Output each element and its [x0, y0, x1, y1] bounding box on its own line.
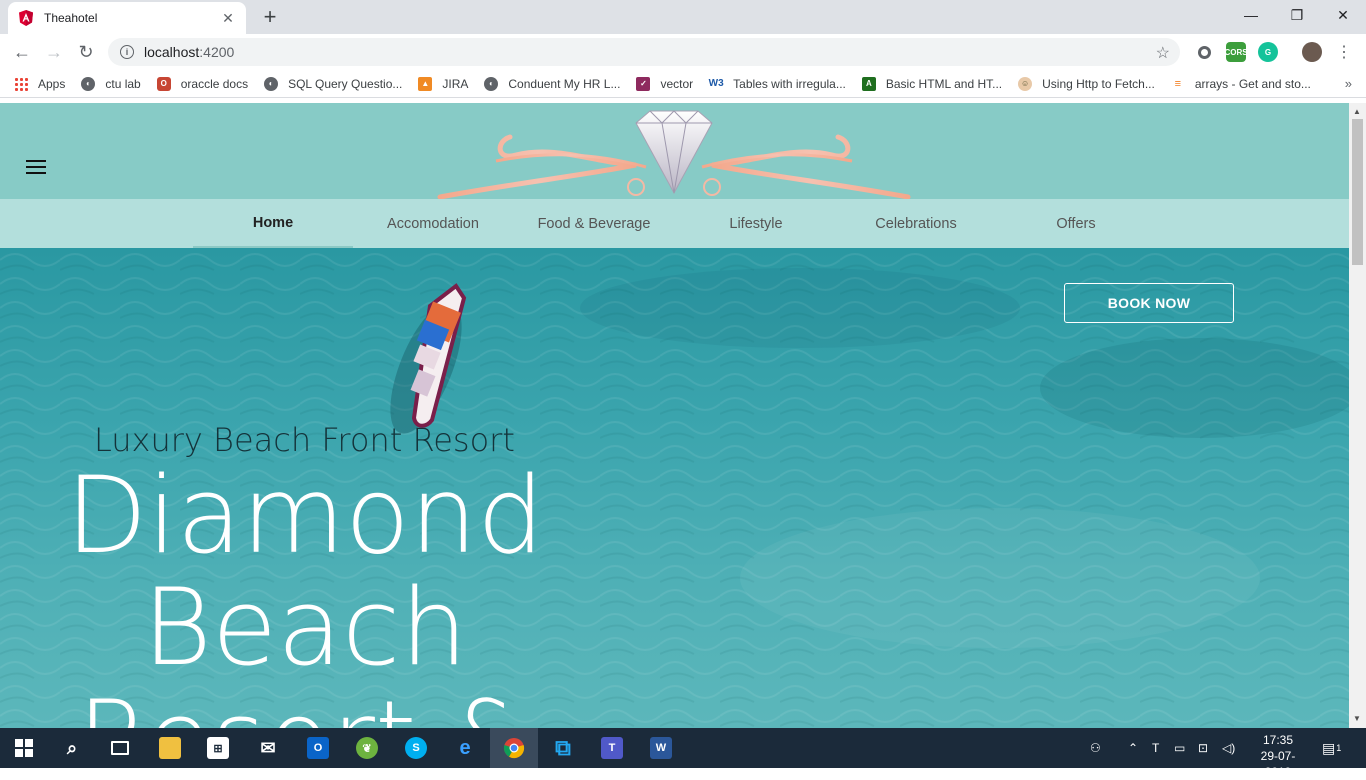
new-tab-icon[interactable]: +	[258, 5, 282, 29]
back-icon[interactable]: ←	[10, 40, 34, 64]
browser-toolbar: ← → ↻ i localhost:4200 ☆ CORS G ⋮	[0, 34, 1366, 70]
menu-kebab-icon[interactable]: ⋮	[1332, 40, 1356, 64]
nav-food-beverage[interactable]: Food & Beverage	[514, 199, 674, 248]
bookmarks-bar: Apps ◐ ctu lab O oraccle docs ◐ SQL Quer…	[0, 70, 1366, 98]
word-icon[interactable]: W	[637, 728, 685, 768]
tab-title: Theahotel	[44, 11, 98, 25]
search-icon[interactable]: ⌕	[48, 728, 96, 768]
network-icon[interactable]: ⊡	[1198, 728, 1208, 768]
scroll-up-icon[interactable]: ▲	[1353, 107, 1361, 116]
outlook-icon[interactable]: O	[294, 728, 342, 768]
bookmark-jira[interactable]: ▲ JIRA	[418, 76, 468, 91]
html-icon: A	[861, 76, 876, 91]
nav-home[interactable]: Home	[193, 199, 353, 248]
speedboat-image	[390, 283, 467, 434]
main-nav: Home Accomodation Food & Beverage Lifest…	[0, 199, 1349, 248]
profile-avatar[interactable]	[1302, 42, 1322, 62]
browser-tab-strip: Theahotel ✕ + — ❐ ✕	[0, 0, 1366, 34]
hamburger-menu-icon[interactable]	[26, 160, 46, 174]
diamond-logo[interactable]	[436, 105, 912, 201]
notification-center-icon[interactable]: ▤ 1	[1322, 728, 1341, 768]
w3schools-icon: W3	[708, 78, 724, 89]
chrome-icon[interactable]	[490, 728, 538, 768]
globe-icon: ◐	[264, 76, 279, 91]
bookmark-ctu-lab[interactable]: ◐ ctu lab	[81, 76, 141, 91]
grammarly-icon[interactable]: G	[1258, 42, 1278, 62]
windows-taskbar: ⌕ ⊞ ✉ O ❦ S e ⧉ T W ⚇ ⌃ T ▭ ⊡ ◁) 17:35 2…	[0, 728, 1366, 779]
task-view-icon[interactable]	[96, 728, 144, 768]
hero-title-line-1: Diamond	[65, 454, 545, 577]
teams-icon[interactable]: T	[588, 728, 636, 768]
book-now-button[interactable]: BOOK NOW	[1064, 283, 1234, 323]
bookmarks-overflow-icon[interactable]: »	[1345, 76, 1352, 91]
cors-extension-icon[interactable]: CORS	[1224, 42, 1248, 62]
system-clock[interactable]: 17:35 29-07-2019	[1250, 732, 1306, 780]
forward-icon[interactable]: →	[42, 40, 66, 64]
globe-icon: ◐	[81, 76, 96, 91]
nav-offers[interactable]: Offers	[996, 199, 1156, 248]
url-text: localhost:4200	[144, 44, 235, 60]
bookmark-apps[interactable]: Apps	[14, 76, 65, 91]
apps-grid-icon	[14, 76, 28, 91]
site-header	[0, 103, 1349, 201]
person-icon: ☺	[1018, 76, 1033, 91]
stackoverflow-icon: ≡	[1174, 77, 1182, 90]
page-scrollbar[interactable]: ▲ ▼	[1349, 103, 1366, 728]
close-window-icon[interactable]: ✕	[1320, 0, 1366, 30]
bookmark-tables[interactable]: W3 Tables with irregula...	[709, 77, 846, 91]
vscode-icon[interactable]: ⧉	[539, 728, 587, 768]
spring-icon[interactable]: ❦	[343, 728, 391, 768]
store-icon[interactable]: ⊞	[194, 728, 242, 768]
tab-close-icon[interactable]: ✕	[220, 10, 236, 27]
bookmark-oracle-docs[interactable]: O oraccle docs	[156, 76, 248, 91]
tray-chevron-icon[interactable]: ⌃	[1128, 728, 1138, 768]
bookmark-basic-html[interactable]: A Basic HTML and HT...	[861, 76, 1002, 91]
bookmark-sql-query[interactable]: ◐ SQL Query Questio...	[264, 76, 402, 91]
battery-icon[interactable]: ▭	[1174, 728, 1185, 768]
nav-celebrations[interactable]: Celebrations	[836, 199, 996, 248]
hero-title-line-3: Resort &	[60, 684, 550, 729]
vector-icon: ✓	[636, 76, 651, 91]
page-viewport: Home Accomodation Food & Beverage Lifest…	[0, 103, 1349, 728]
scroll-down-icon[interactable]: ▼	[1353, 714, 1361, 723]
oracle-icon: O	[156, 76, 171, 91]
file-explorer-icon[interactable]	[146, 728, 194, 768]
teams-tray-icon[interactable]: T	[1152, 728, 1159, 768]
scroll-thumb[interactable]	[1352, 119, 1363, 265]
bookmark-http-fetch[interactable]: ☺ Using Http to Fetch...	[1018, 76, 1155, 91]
internet-explorer-icon[interactable]: e	[441, 728, 489, 768]
site-info-icon[interactable]: i	[120, 45, 134, 59]
hero-title: Diamond Beach Resort &	[60, 454, 550, 729]
address-bar[interactable]: i localhost:4200 ☆	[108, 38, 1180, 66]
nav-accomodation[interactable]: Accomodation	[353, 199, 513, 248]
extension-circle-icon[interactable]	[1194, 42, 1214, 62]
minimize-icon[interactable]: —	[1228, 0, 1274, 30]
volume-icon[interactable]: ◁)	[1222, 728, 1235, 768]
jira-icon: ▲	[418, 76, 433, 91]
globe-icon: ◐	[484, 76, 499, 91]
bookmark-star-icon[interactable]: ☆	[1156, 43, 1170, 63]
reload-icon[interactable]: ↻	[74, 40, 98, 64]
bookmark-vector[interactable]: ✓ vector	[636, 76, 693, 91]
hero-section: BOOK NOW Luxury Beach Front Resort Diamo…	[0, 248, 1349, 728]
restore-icon[interactable]: ❐	[1274, 0, 1320, 30]
angular-icon	[19, 10, 33, 26]
hero-title-line-2: Beach	[142, 566, 468, 689]
mail-icon[interactable]: ✉	[244, 728, 292, 768]
bookmark-arrays[interactable]: ≡ arrays - Get and sto...	[1171, 77, 1311, 91]
start-windows-icon[interactable]	[0, 728, 48, 768]
skype-icon[interactable]: S	[392, 728, 440, 768]
nav-lifestyle[interactable]: Lifestyle	[676, 199, 836, 248]
browser-tab[interactable]: Theahotel ✕	[8, 2, 246, 34]
bookmark-conduent[interactable]: ◐ Conduent My HR L...	[484, 76, 620, 91]
people-icon[interactable]: ⚇	[1090, 728, 1101, 768]
